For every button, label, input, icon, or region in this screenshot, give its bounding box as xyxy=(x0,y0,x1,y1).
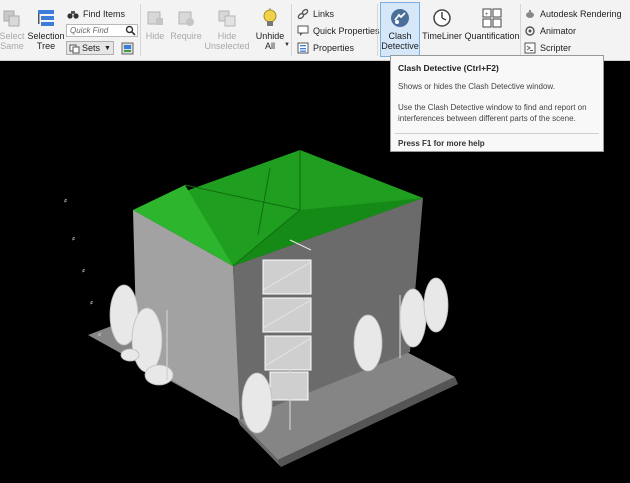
sets-dropdown[interactable]: Sets ▼ xyxy=(66,41,114,55)
hide-unselected-button[interactable]: Hide Unselected xyxy=(204,0,250,51)
hide-unselected-label-2: Unselected xyxy=(204,41,250,51)
clash-detective-label-1: Clash xyxy=(388,31,412,41)
sets-icon xyxy=(69,44,80,53)
autodesk-rendering-button[interactable]: Autodesk Rendering xyxy=(524,7,622,21)
quick-properties-label: Quick Properties xyxy=(313,26,380,36)
tooltip-divider xyxy=(395,133,599,134)
quick-find-search-icon[interactable] xyxy=(125,25,136,36)
require-label: Require xyxy=(170,31,202,41)
select-same-button[interactable]: Select Same xyxy=(0,0,25,51)
ribbon-toolbar: Select Same Selection Tree Find Items Qu… xyxy=(0,0,630,61)
tree xyxy=(144,364,174,386)
svg-text:+: + xyxy=(485,12,489,18)
sets-label: Sets xyxy=(82,43,101,53)
scripter-label: Scripter xyxy=(540,43,572,53)
scripter-icon xyxy=(524,42,536,54)
svg-text:⸗: ⸗ xyxy=(90,298,93,308)
clash-detective-tooltip: Clash Detective (Ctrl+F2) Shows or hides… xyxy=(390,55,604,152)
properties-label: Properties xyxy=(313,43,355,53)
selection-tree-button[interactable]: Selection Tree xyxy=(27,0,65,51)
quick-properties-button[interactable]: Quick Properties xyxy=(297,24,380,38)
tooltip-subtitle: Shows or hides the Clash Detective windo… xyxy=(398,82,555,91)
clash-detective-icon xyxy=(391,9,409,27)
find-items-label: Find Items xyxy=(83,9,126,19)
birds: ⸗ ⸗ ⸗ ⸗ ⸗ xyxy=(64,196,101,340)
clash-detective-button[interactable]: Clash Detective xyxy=(380,0,420,51)
tooltip-title: Clash Detective (Ctrl+F2) xyxy=(398,63,499,73)
animator-label: Animator xyxy=(540,26,577,36)
links-button[interactable]: Links xyxy=(297,7,334,21)
unhide-dropdown-icon[interactable]: ▼ xyxy=(284,42,290,48)
tree xyxy=(131,307,163,373)
hide-button[interactable]: Hide xyxy=(142,0,168,41)
timeliner-label: TimeLiner xyxy=(422,31,462,41)
separator xyxy=(520,4,521,56)
timeliner-button[interactable]: TimeLiner xyxy=(421,0,463,41)
selection-tree-label-1: Selection xyxy=(27,31,65,41)
hide-label: Hide xyxy=(145,31,165,41)
scripter-button[interactable]: Scripter xyxy=(524,41,571,55)
tooltip-description: Use the Clash Detective window to find a… xyxy=(398,103,587,123)
tree xyxy=(120,348,140,362)
tree xyxy=(241,372,273,434)
svg-text:⸗: ⸗ xyxy=(72,234,75,244)
properties-button[interactable]: Properties xyxy=(297,41,354,55)
teapot-icon xyxy=(526,10,534,18)
unhide-all-button[interactable]: Unhide All xyxy=(252,0,288,51)
tree xyxy=(423,277,449,333)
animator-button[interactable]: Animator xyxy=(524,24,576,38)
tree xyxy=(399,288,427,348)
manage-sets-icon[interactable] xyxy=(121,42,134,55)
separator xyxy=(377,4,378,56)
animator-icon xyxy=(525,26,535,36)
tree xyxy=(353,314,383,372)
tooltip-help: Press F1 for more help xyxy=(398,139,485,148)
chevron-down-icon: ▼ xyxy=(104,44,111,52)
autodesk-rendering-label: Autodesk Rendering xyxy=(540,9,622,19)
svg-text:⸗: ⸗ xyxy=(64,196,67,206)
selection-tree-label-2: Tree xyxy=(36,41,56,51)
unhide-all-label-2: All xyxy=(264,41,275,51)
unhide-all-label-1: Unhide xyxy=(255,31,285,41)
binoculars-icon xyxy=(67,11,79,19)
quantification-button[interactable]: + Quantification xyxy=(463,0,521,41)
timeliner-icon xyxy=(433,9,451,27)
clash-detective-label-2: Detective xyxy=(381,41,419,51)
properties-icon xyxy=(297,42,309,54)
hide-icon xyxy=(147,11,163,25)
hide-unselected-label-1: Hide xyxy=(217,31,237,41)
links-label: Links xyxy=(313,9,335,19)
exterior-staircase xyxy=(262,239,312,401)
require-icon xyxy=(178,11,194,26)
svg-text:⸗: ⸗ xyxy=(82,266,85,276)
require-button[interactable]: Require xyxy=(168,0,204,41)
quick-properties-icon xyxy=(297,25,309,36)
links-icon xyxy=(297,8,309,20)
svg-text:⸗: ⸗ xyxy=(98,330,101,340)
quantification-icon: + xyxy=(482,8,502,28)
select-same-icon xyxy=(3,10,20,27)
quantification-label: Quantification xyxy=(464,31,520,41)
selection-tree-icon xyxy=(38,10,54,26)
select-same-label: Select Same xyxy=(0,31,25,51)
find-items-button[interactable]: Find Items xyxy=(67,7,125,21)
separator xyxy=(140,4,141,56)
separator xyxy=(291,4,292,56)
hide-unselected-icon xyxy=(218,10,236,27)
unhide-all-icon xyxy=(263,8,277,26)
